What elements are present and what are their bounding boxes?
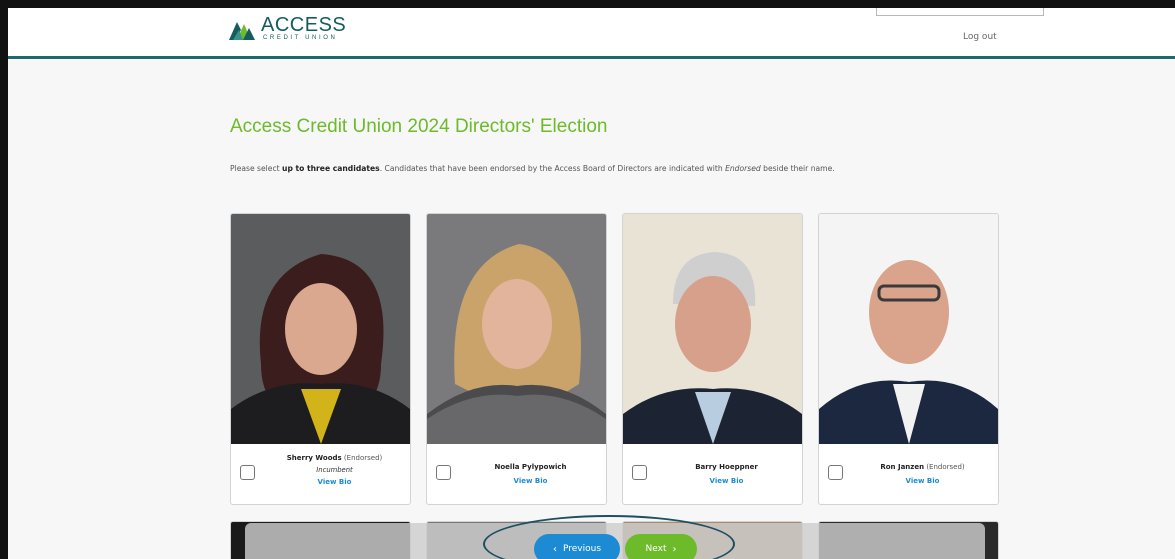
- candidate-info: Ron Janzen (Endorsed) View Bio: [847, 461, 998, 487]
- view-bio-link[interactable]: View Bio: [847, 475, 998, 487]
- logout-link[interactable]: Log out: [963, 32, 997, 42]
- next-label: Next: [645, 544, 667, 554]
- select-checkbox[interactable]: [632, 465, 647, 480]
- candidate-name: Barry Hoeppner: [695, 463, 758, 471]
- candidate-name: Sherry Woods: [286, 454, 342, 462]
- candidate-photo: [819, 214, 998, 444]
- access-logo-icon: [229, 21, 255, 40]
- portrait-image: [819, 214, 998, 444]
- view-bio-link[interactable]: View Bio: [455, 475, 606, 487]
- instructions-bold: up to three candidates: [282, 164, 380, 173]
- chevron-right-icon: ›: [672, 543, 677, 555]
- access-logo[interactable]: ACCESS CREDIT UNION: [227, 15, 346, 42]
- instructions-mid: . Candidates that have been endorsed by …: [379, 164, 726, 173]
- chevron-left-icon: ‹: [552, 543, 557, 555]
- select-checkbox[interactable]: [240, 465, 255, 480]
- previous-button[interactable]: ‹ Previous: [534, 534, 620, 559]
- candidate-info: Barry Hoeppner View Bio: [651, 461, 802, 487]
- view-bio-link[interactable]: View Bio: [259, 476, 410, 488]
- instructions-pre: Please select: [230, 164, 283, 173]
- candidate-photo: [623, 214, 802, 444]
- endorsed-label: (Endorsed): [343, 454, 383, 462]
- select-checkbox[interactable]: [828, 465, 843, 480]
- logo-subtitle: CREDIT UNION: [263, 35, 338, 41]
- site-header: ACCESS CREDIT UNION Log out: [8, 8, 1175, 59]
- candidate-name: Noella Pylypowich: [494, 463, 567, 471]
- previous-label: Previous: [562, 544, 602, 554]
- top-strip: [876, 8, 1044, 16]
- candidate-info: Sherry Woods (Endorsed) Incumbent View B…: [259, 452, 410, 488]
- portrait-image: [623, 214, 802, 444]
- candidate-photo: [427, 214, 606, 444]
- page-frame: ACCESS CREDIT UNION Log out Access Credi…: [8, 8, 1175, 559]
- page-title: Access Credit Union 2024 Directors' Elec…: [230, 116, 608, 137]
- candidate-card-noella-pylypowich: Noella Pylypowich View Bio: [426, 213, 607, 505]
- candidate-info: Noella Pylypowich View Bio: [455, 461, 606, 487]
- candidate-card-ron-janzen: Ron Janzen (Endorsed) View Bio: [818, 213, 999, 505]
- next-button[interactable]: Next ›: [625, 534, 697, 559]
- view-bio-link[interactable]: View Bio: [651, 475, 802, 487]
- candidate-card-barry-hoeppner: Barry Hoeppner View Bio: [622, 213, 803, 505]
- endorsed-label: (Endorsed): [926, 463, 965, 471]
- instructions-endorsed-term: Endorsed: [725, 164, 761, 173]
- portrait-image: [231, 214, 410, 444]
- candidate-name: Ron Janzen: [880, 463, 925, 471]
- incumbent-label: Incumbent: [316, 466, 353, 474]
- portrait-image: [427, 214, 606, 444]
- candidate-card-sherry-woods: Sherry Woods (Endorsed) Incumbent View B…: [230, 213, 411, 505]
- select-checkbox[interactable]: [436, 465, 451, 480]
- logo-text: ACCESS CREDIT UNION: [261, 15, 346, 42]
- logo-wordmark: ACCESS: [261, 14, 347, 36]
- instructions-post: beside their name.: [760, 164, 835, 173]
- instructions-text: Please select up to three candidates. Ca…: [230, 164, 835, 173]
- candidate-photo: [231, 214, 410, 444]
